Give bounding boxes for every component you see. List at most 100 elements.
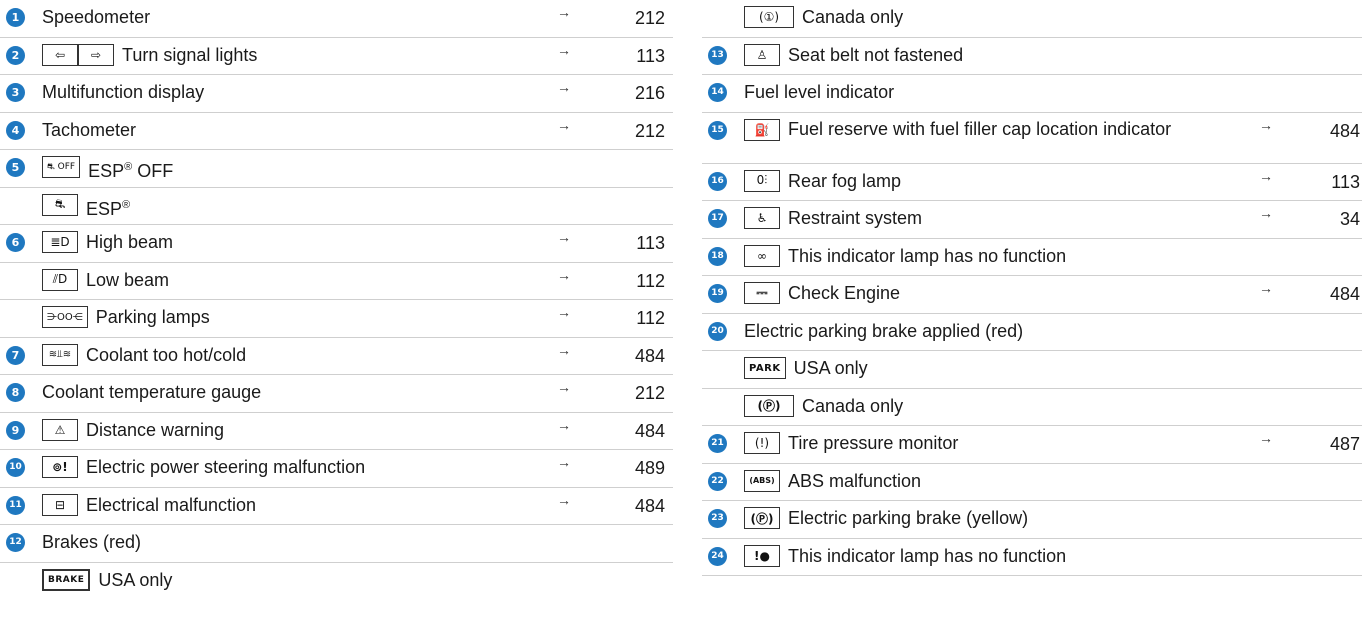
arrow-icon: →: [557, 41, 571, 58]
item-label: Parking lamps: [95, 307, 210, 327]
table-row: 24 !● This indicator lamp has no functio…: [702, 539, 1362, 576]
item-label: This indicator lamp has no function: [788, 245, 1067, 266]
item-number: 19: [708, 284, 727, 303]
page-link[interactable]: 212: [605, 383, 665, 404]
arrow-icon: →: [1259, 167, 1273, 184]
page-link[interactable]: 484: [1300, 284, 1360, 305]
page-link[interactable]: 487: [1300, 434, 1360, 455]
arrow-icon: →: [1259, 205, 1273, 221]
table-row: 22 (ABS) ABS malfunction: [702, 464, 1362, 501]
item-label: USA only: [793, 358, 868, 378]
tire-pressure-icon: (!): [744, 432, 780, 454]
check-engine-icon: ⎓: [744, 282, 780, 304]
item-label: Coolant temperature gauge: [42, 382, 262, 402]
item-label: Turn signal lights: [122, 44, 258, 65]
table-row: 10 ⊚! Electric power steering malfunctio…: [0, 450, 673, 488]
table-row: 15 ⛽ Fuel reserve with fuel filler cap l…: [702, 113, 1362, 164]
seat-belt-icon: ♙: [744, 43, 780, 66]
arrow-icon: →: [557, 116, 571, 133]
brake-canada-icon: (①): [744, 6, 794, 28]
table-row: 3 Multifunction display → 216: [0, 75, 673, 113]
table-row: 11 ⊟ Electrical malfunction → 484: [0, 488, 673, 525]
page-link[interactable]: 113: [605, 233, 665, 254]
arrow-icon: →: [557, 454, 571, 470]
page-link[interactable]: 212: [605, 8, 665, 29]
item-label: Distance warning: [86, 419, 225, 440]
page-link[interactable]: 484: [1300, 121, 1360, 142]
table-row: 8 Coolant temperature gauge → 212: [0, 375, 673, 413]
item-label: Electrical malfunction: [86, 494, 257, 515]
parking-lamps-icon: ⋺OO⋲: [42, 306, 88, 328]
table-row: 4 Tachometer → 212: [0, 113, 673, 150]
arrow-icon: →: [557, 341, 571, 358]
page-link[interactable]: 34: [1300, 209, 1360, 230]
item-number: 7: [6, 345, 25, 365]
item-label: Fuel level indicator: [744, 82, 895, 102]
battery-icon: ⊟: [42, 493, 78, 516]
item-number: 16: [708, 171, 727, 191]
table-row: 1 Speedometer → 212: [0, 0, 673, 38]
table-row: 12 Brakes (red): [0, 525, 673, 563]
arrow-icon: →: [557, 229, 571, 245]
item-label: Rear fog lamp: [788, 170, 902, 191]
page-link[interactable]: 484: [605, 346, 665, 367]
page-link[interactable]: 112: [605, 271, 665, 292]
item-number: 4: [6, 120, 25, 140]
item-number: 23: [708, 509, 727, 528]
item-label: Check Engine: [788, 283, 901, 303]
page-link[interactable]: 113: [1300, 172, 1360, 193]
item-label: Low beam: [86, 269, 170, 290]
item-label: Tachometer: [42, 119, 137, 140]
left-column: 1 Speedometer → 212 2 ⇦ ⇨ Turn signal li…: [0, 0, 673, 600]
item-number: 22: [708, 471, 727, 491]
item-number: 21: [708, 434, 727, 453]
restraint-system-icon: ♿: [744, 207, 780, 229]
item-label: Electric parking brake (yellow): [788, 508, 1029, 528]
item-number: 20: [708, 321, 727, 341]
page-link[interactable]: 212: [605, 121, 665, 142]
item-number: 3: [6, 83, 25, 102]
item-number: 17: [708, 209, 727, 228]
table-row: 20 Electric parking brake applied (red): [702, 314, 1362, 351]
item-label: Restraint system: [788, 208, 923, 228]
item-number: 5: [6, 158, 25, 177]
item-label: Fuel reserve with fuel filler cap locati…: [788, 118, 1172, 139]
table-row: 16 0⫶ Rear fog lamp → 113: [702, 164, 1362, 201]
item-label: Brakes (red): [42, 532, 142, 552]
table-row: 13 ♙ Seat belt not fastened: [702, 38, 1362, 75]
arrow-icon: →: [557, 491, 571, 508]
item-label: Multifunction display: [42, 82, 205, 102]
item-number: 6: [6, 233, 25, 252]
parking-brake-icon: (Ⓟ): [744, 507, 780, 529]
item-label: Electric power steering malfunction: [86, 457, 366, 477]
brake-text-icon: BRAKE: [42, 568, 91, 591]
item-label: Canada only: [802, 7, 904, 27]
item-number: 18: [708, 246, 727, 266]
arrow-icon: →: [557, 304, 571, 320]
table-row: 6 ≣D High beam → 113: [0, 225, 673, 263]
table-row: 19 ⎓ Check Engine → 484: [702, 276, 1362, 314]
item-label: Speedometer: [42, 7, 151, 27]
table-row: ⛐ ESP®: [0, 188, 673, 225]
item-label: ESP®: [86, 198, 131, 219]
page-link[interactable]: 216: [605, 83, 665, 104]
distance-warning-icon: ⚠: [42, 418, 78, 441]
page-link[interactable]: 112: [605, 308, 665, 329]
table-row: BRAKE USA only: [0, 563, 673, 601]
page-link[interactable]: 484: [605, 496, 665, 517]
page-link[interactable]: 113: [605, 46, 665, 67]
table-row: 2 ⇦ ⇨ Turn signal lights → 113: [0, 38, 673, 75]
item-number: 10: [6, 458, 25, 477]
page-link[interactable]: 484: [605, 421, 665, 442]
table-row: (①) Canada only: [702, 0, 1362, 38]
arrow-icon: →: [557, 416, 571, 433]
item-label: Electric parking brake applied (red): [744, 320, 1024, 341]
item-number: 24: [708, 546, 727, 566]
steering-icon: ⊚!: [42, 456, 78, 478]
table-row: ⋺OO⋲ Parking lamps → 112: [0, 300, 673, 338]
arrow-icon: →: [557, 4, 571, 20]
right-column: (①) Canada only 13 ♙ Seat belt not faste…: [702, 0, 1362, 576]
item-label: ESP® OFF: [88, 161, 174, 181]
item-number: 11: [6, 495, 25, 515]
page-link[interactable]: 489: [605, 458, 665, 479]
